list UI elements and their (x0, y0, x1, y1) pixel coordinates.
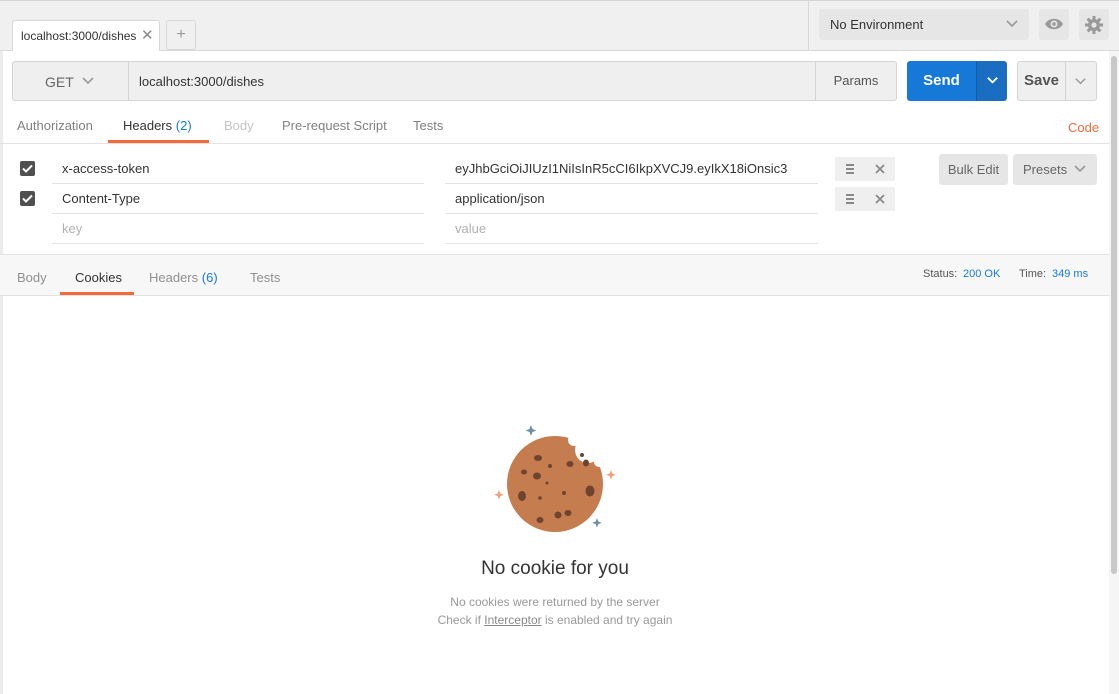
divider (52, 213, 424, 214)
new-header-key-input[interactable]: key (62, 221, 422, 236)
chevron-down-icon (1074, 165, 1086, 173)
params-button[interactable]: Params (815, 61, 897, 101)
chevron-down-icon (987, 77, 998, 84)
tab-label: Body (17, 270, 47, 285)
chevron-down-icon (82, 77, 94, 85)
cookie-illustration (494, 425, 616, 532)
delete-icon[interactable] (865, 187, 895, 211)
environment-quick-look-button[interactable] (1039, 9, 1069, 40)
time-value[interactable]: 349 ms (1052, 268, 1088, 280)
status-label: Status: (923, 268, 958, 280)
bulk-edit-button[interactable]: Bulk Edit (939, 154, 1008, 185)
send-button[interactable]: Send (907, 61, 976, 101)
tab-label: Headers (123, 118, 173, 133)
empty-state-hint: Check if Interceptor is enabled and try … (330, 613, 780, 627)
environment-select[interactable]: No Environment (819, 9, 1029, 40)
time-label: Time: (1019, 268, 1047, 280)
header-value[interactable]: application/json (455, 191, 788, 206)
settings-button[interactable] (1079, 9, 1109, 40)
save-options-button[interactable] (1066, 61, 1097, 101)
presets-dropdown[interactable]: Presets (1013, 154, 1097, 185)
tab-label: Tests (250, 270, 281, 285)
drag-handle-icon[interactable] (835, 157, 865, 181)
chevron-down-icon (1075, 78, 1086, 85)
active-tab-indicator (60, 292, 134, 295)
request-tab-label: localhost:3000/dishes (21, 29, 137, 43)
divider (445, 213, 818, 214)
header-enabled-checkbox[interactable] (20, 161, 35, 176)
tab-label: Pre-request Script (282, 118, 387, 133)
eye-icon (1045, 18, 1063, 30)
hint-suffix: is enabled and try again (544, 613, 673, 627)
divider (52, 183, 424, 184)
scrollbar-thumb[interactable] (1111, 56, 1117, 574)
tab-headers[interactable]: Headers (2) (123, 118, 192, 133)
empty-state-message: No cookies were returned by the server (450, 595, 660, 609)
request-tab[interactable]: localhost:3000/dishes ✕ (12, 20, 160, 51)
divider (445, 183, 818, 184)
method-select[interactable]: GET (12, 61, 129, 101)
divider (0, 143, 1109, 144)
tab-authorization[interactable]: Authorization (17, 118, 93, 133)
hint-prefix: Check if (437, 613, 481, 627)
environment-label: No Environment (830, 17, 924, 32)
empty-state-title: No cookie for you (481, 558, 629, 579)
code-link[interactable]: Code (1068, 120, 1099, 135)
tab-label: Body (224, 118, 254, 133)
delete-icon[interactable] (865, 157, 895, 181)
url-input[interactable] (128, 61, 816, 101)
divider (52, 243, 424, 244)
status-value[interactable]: 200 OK (963, 268, 1000, 280)
gear-icon (1085, 16, 1103, 34)
response-tab-body[interactable]: Body (17, 270, 47, 285)
response-tab-tests[interactable]: Tests (250, 270, 280, 285)
close-icon[interactable]: ✕ (141, 26, 154, 44)
tab-label: Tests (413, 118, 444, 133)
header-key[interactable]: Content-Type (62, 191, 422, 206)
header-key[interactable]: x-access-token (62, 161, 422, 176)
divider (808, 0, 809, 50)
new-header-value-input[interactable]: value (455, 221, 788, 236)
header-value[interactable]: eyJhbGciOiJIUzI1NiIsInR5cCI6IkpXVCJ9.eyI… (455, 161, 788, 176)
divider (445, 243, 818, 244)
tab-body[interactable]: Body (224, 118, 254, 133)
header-enabled-checkbox[interactable] (20, 191, 35, 206)
interceptor-link[interactable]: Interceptor (484, 613, 541, 627)
window-border (0, 51, 3, 694)
response-tab-cookies[interactable]: Cookies (75, 270, 122, 285)
checkbox-checked-icon (22, 164, 33, 173)
tab-label: Authorization (17, 118, 93, 133)
new-tab-button[interactable]: + (166, 20, 196, 50)
tab-label: Headers (149, 270, 199, 285)
presets-label: Presets (1023, 162, 1068, 177)
tab-pre-request-script[interactable]: Pre-request Script (282, 118, 387, 133)
tab-count: (6) (201, 270, 218, 285)
save-button[interactable]: Save (1017, 61, 1066, 101)
chevron-down-icon (1006, 20, 1018, 28)
send-options-button[interactable] (976, 61, 1007, 101)
drag-handle-icon[interactable] (835, 187, 865, 211)
tab-label: Cookies (75, 270, 122, 285)
checkbox-checked-icon (22, 194, 33, 203)
response-tab-headers[interactable]: Headers (6) (149, 270, 218, 285)
tab-tests[interactable]: Tests (413, 118, 443, 133)
tab-count: (2) (175, 118, 192, 133)
method-label: GET (45, 74, 74, 90)
